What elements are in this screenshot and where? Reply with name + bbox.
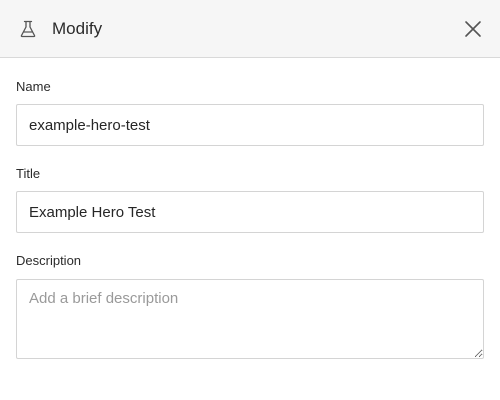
title-field[interactable] [16,191,484,233]
close-icon[interactable] [462,18,484,40]
description-field[interactable] [16,279,484,359]
name-field[interactable] [16,104,484,146]
dialog-header: Modify [0,0,500,58]
dialog-title: Modify [52,19,103,38]
modify-dialog: Modify Name Title Description [0,0,500,400]
name-label: Name [16,79,51,94]
flask-icon [18,19,38,39]
description-label: Description [16,253,82,268]
title-label: Title [16,166,41,181]
